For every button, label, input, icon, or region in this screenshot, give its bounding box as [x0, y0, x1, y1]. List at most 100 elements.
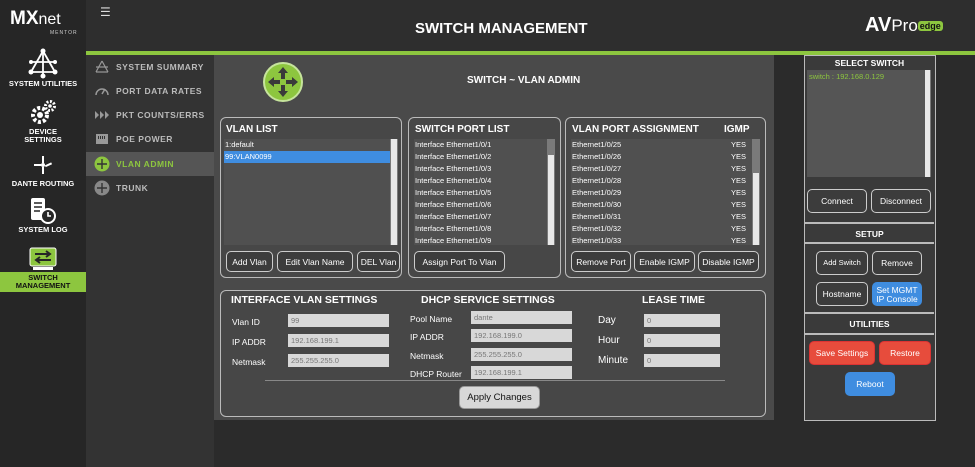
list-item[interactable]: Interface Ethernet1/0/9	[414, 235, 555, 245]
page-title: SWITCH MANAGEMENT	[415, 20, 588, 37]
save-settings-button[interactable]: Save Settings	[809, 341, 875, 365]
list-item[interactable]: Interface Ethernet1/0/3	[414, 163, 555, 175]
brand-logo: MXnet MENTOR	[10, 8, 80, 38]
minute-field[interactable]: 0	[644, 354, 720, 367]
list-item[interactable]: Ethernet1/0/26 YES	[571, 151, 760, 163]
dhcp-ip-addr-label: IP ADDR	[410, 332, 444, 342]
log-clock-icon	[31, 198, 56, 224]
rail-item-system-utilities[interactable]: SYSTEM UTILITIES	[0, 48, 86, 88]
list-item[interactable]: Ethernet1/0/32 YES	[571, 223, 760, 235]
del-vlan-button[interactable]: DEL Vlan	[357, 251, 400, 272]
rail-label: DANTE ROUTING	[11, 179, 75, 188]
remove-switch-button[interactable]: Remove	[872, 251, 922, 275]
reboot-button[interactable]: Reboot	[845, 372, 895, 396]
list-item[interactable]: Interface Ethernet1/0/5	[414, 187, 555, 199]
gauge-icon	[95, 88, 109, 96]
right-panel: SELECT SWITCH switch : 192.168.0.129 Con…	[804, 55, 936, 421]
assign-port-to-vlan-button[interactable]: Assign Port To Vlan	[414, 251, 505, 272]
rail-label: SYSTEM UTILITIES	[8, 79, 78, 88]
list-item[interactable]: Interface Ethernet1/0/2	[414, 151, 555, 163]
vlan-listbox[interactable]: 1:default 99:VLAN0099	[224, 139, 398, 245]
hour-label: Hour	[598, 335, 620, 346]
section-title: SWITCH ~ VLAN ADMIN	[467, 75, 581, 86]
section-separator	[805, 222, 934, 224]
subnav-poe-power[interactable]: POE POWER	[86, 127, 214, 151]
list-item[interactable]: 99:VLAN0099	[224, 151, 390, 163]
main-panel: SWITCH ~ VLAN ADMIN VLAN LIST 1:default …	[214, 55, 774, 420]
port-name: Ethernet1/0/28	[572, 176, 622, 185]
avpro-logo: AVPro edge	[865, 14, 943, 37]
vlan-port-listbox[interactable]: Ethernet1/0/25 YES Ethernet1/0/26 YES Ethe…	[571, 139, 760, 245]
list-item[interactable]: Interface Ethernet1/0/1	[414, 139, 555, 151]
scrollbar-thumb[interactable]	[753, 173, 759, 245]
subnav-pkt-counts[interactable]: PKT COUNTS/ERRS	[86, 103, 214, 127]
hamburger-menu-icon[interactable]: ☰	[100, 5, 111, 19]
vlan-id-field[interactable]: 99	[288, 314, 389, 327]
subnav-label: SYSTEM SUMMARY	[116, 62, 204, 72]
list-item[interactable]: Ethernet1/0/33 YES	[571, 235, 760, 245]
netmask-field[interactable]: 255.255.255.0	[288, 354, 389, 367]
subnav-system-summary[interactable]: SYSTEM SUMMARY	[86, 55, 214, 79]
scrollbar[interactable]	[752, 139, 760, 245]
list-item[interactable]: Ethernet1/0/31 YES	[571, 211, 760, 223]
remove-port-button[interactable]: Remove Port	[571, 251, 631, 272]
setup-title: SETUP	[855, 229, 884, 239]
rail-item-device-settings[interactable]: DEVICE SETTINGS	[0, 98, 86, 144]
vlan-port-assignment-title: VLAN PORT ASSIGNMENT	[572, 124, 699, 135]
list-item[interactable]: switch : 192.168.0.129	[807, 70, 931, 83]
rail-item-switch-management[interactable]: SWITCH MANAGEMENT	[0, 246, 86, 292]
hostname-button[interactable]: Hostname	[816, 282, 868, 306]
scrollbar[interactable]	[925, 70, 931, 177]
scrollbar[interactable]	[547, 139, 555, 245]
subnav-vlan-admin[interactable]: VLAN ADMIN	[86, 152, 214, 176]
add-switch-button[interactable]: Add Switch	[816, 251, 868, 275]
network-icon	[28, 48, 58, 79]
minute-label: Minute	[598, 355, 629, 366]
rail-item-system-log[interactable]: SYSTEM LOG	[0, 196, 86, 234]
scrollbar-thumb[interactable]	[925, 70, 930, 177]
vlan-port-assignment-box: VLAN PORT ASSIGNMENT IGMP Ethernet1/0/25…	[565, 117, 766, 278]
logo-part-b: Pro	[891, 16, 918, 35]
list-item[interactable]: Interface Ethernet1/0/4	[414, 175, 555, 187]
list-item[interactable]: Ethernet1/0/30 YES	[571, 199, 760, 211]
button-line-2: IP Console	[876, 293, 918, 304]
list-item[interactable]: Ethernet1/0/29 YES	[571, 187, 760, 199]
restore-button[interactable]: Restore	[879, 341, 931, 365]
dhcp-ip-addr-field[interactable]: 192.168.199.0	[471, 329, 572, 342]
ip-addr-field[interactable]: 192.168.199.1	[288, 334, 389, 347]
app-root: MXnet MENTOR SYSTEM UTILITIES DEVICE SET…	[0, 0, 975, 467]
enable-igmp-button[interactable]: Enable IGMP	[634, 251, 695, 272]
scrollbar[interactable]	[390, 139, 398, 245]
port-name: Ethernet1/0/30	[572, 200, 622, 209]
disable-igmp-button[interactable]: Disable IGMP	[698, 251, 759, 272]
day-field[interactable]: 0	[644, 314, 720, 327]
list-item[interactable]: Ethernet1/0/25 YES	[571, 139, 760, 151]
subnav-trunk[interactable]: TRUNK	[86, 176, 214, 200]
igmp-status: YES	[730, 152, 746, 161]
set-mgmt-ip-console-button[interactable]: Set MGMT IP Console	[872, 282, 922, 306]
scrollbar-thumb[interactable]	[391, 139, 397, 245]
section-separator	[805, 242, 934, 244]
edit-vlan-name-button[interactable]: Edit Vlan Name	[277, 251, 353, 272]
switch-port-listbox[interactable]: Interface Ethernet1/0/1 Interface Ethern…	[414, 139, 555, 245]
disconnect-button[interactable]: Disconnect	[871, 189, 931, 213]
subnav-port-data-rates[interactable]: PORT DATA RATES	[86, 79, 214, 103]
list-item[interactable]: 1:default	[224, 139, 398, 151]
pool-name-field[interactable]: dante	[471, 311, 572, 324]
dhcp-netmask-label: Netmask	[410, 351, 444, 361]
dhcp-netmask-field[interactable]: 255.255.255.0	[471, 348, 572, 361]
dhcp-router-field[interactable]: 192.168.199.1	[471, 366, 572, 379]
add-vlan-button[interactable]: Add Vlan	[226, 251, 273, 272]
rail-item-dante-routing[interactable]: DANTE ROUTING	[0, 154, 86, 188]
list-item[interactable]: Interface Ethernet1/0/8	[414, 223, 555, 235]
list-item[interactable]: Ethernet1/0/27 YES	[571, 163, 760, 175]
apply-changes-button[interactable]: Apply Changes	[459, 386, 540, 409]
connect-button[interactable]: Connect	[807, 189, 867, 213]
scrollbar-thumb[interactable]	[548, 155, 554, 245]
list-item[interactable]: Ethernet1/0/28 YES	[571, 175, 760, 187]
list-item[interactable]: Interface Ethernet1/0/7	[414, 211, 555, 223]
switch-listbox[interactable]: switch : 192.168.0.129	[807, 70, 931, 177]
port-name: Ethernet1/0/27	[572, 164, 622, 173]
hour-field[interactable]: 0	[644, 334, 720, 347]
list-item[interactable]: Interface Ethernet1/0/6	[414, 199, 555, 211]
